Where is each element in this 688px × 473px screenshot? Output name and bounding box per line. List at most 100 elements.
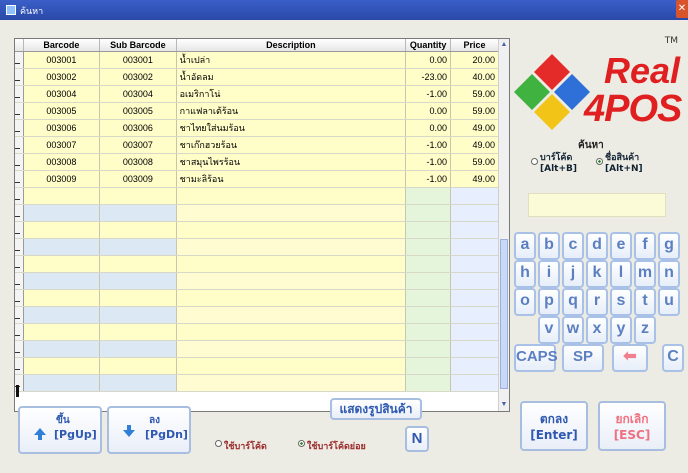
key-t[interactable]: t bbox=[634, 288, 656, 316]
key-s[interactable]: s bbox=[610, 288, 632, 316]
cell-price: 20.00 bbox=[450, 51, 499, 69]
empty-cell bbox=[450, 221, 499, 239]
product-table: Barcode Sub Barcode Description Quantity… bbox=[15, 39, 499, 392]
show-image-button[interactable]: แสดงรูปสินค้า bbox=[330, 398, 422, 420]
radio-use-sub-barcode[interactable] bbox=[298, 440, 305, 447]
column-header-barcode[interactable]: Barcode bbox=[23, 39, 101, 52]
empty-row[interactable] bbox=[15, 204, 499, 222]
key-o[interactable]: o bbox=[514, 288, 536, 316]
search-by-barcode-option[interactable]: บาร์โค้ด [Alt+B] bbox=[531, 153, 577, 175]
space-key[interactable]: SP bbox=[562, 344, 604, 372]
column-header-quantity[interactable]: Quantity bbox=[405, 39, 452, 52]
row-indicator bbox=[15, 68, 24, 86]
empty-row[interactable] bbox=[15, 340, 499, 358]
key-v[interactable]: v bbox=[538, 316, 560, 344]
key-l[interactable]: l bbox=[610, 260, 632, 288]
empty-cell bbox=[23, 340, 101, 358]
caps-key[interactable]: CAPS bbox=[514, 344, 558, 372]
empty-cell bbox=[99, 255, 177, 273]
empty-cell bbox=[405, 187, 452, 205]
table-row[interactable]: 003004 003004 อเมริกาโน่ -1.00 59.00 bbox=[15, 85, 499, 103]
table-row[interactable]: 003002 003002 น้ำอัดลม -23.00 40.00 bbox=[15, 68, 499, 86]
cell-sub-barcode: 003008 bbox=[99, 153, 177, 171]
empty-cell bbox=[99, 323, 177, 341]
page-down-button[interactable]: ลง [PgDn] bbox=[107, 406, 191, 454]
table-row[interactable]: 003005 003005 กาแฟลาเต้ร้อน 0.00 59.00 bbox=[15, 102, 499, 120]
search-input[interactable] bbox=[528, 193, 666, 217]
use-barcode-option[interactable]: ใช้บาร์โค้ด bbox=[215, 439, 267, 453]
column-header-description[interactable]: Description bbox=[176, 39, 407, 52]
scroll-up-icon[interactable]: ▲ bbox=[499, 39, 509, 51]
empty-cell bbox=[405, 238, 452, 256]
key-r[interactable]: r bbox=[586, 288, 608, 316]
key-c[interactable]: c bbox=[562, 232, 584, 260]
n-key-button[interactable]: N bbox=[405, 426, 429, 452]
key-g[interactable]: g bbox=[658, 232, 680, 260]
key-h[interactable]: h bbox=[514, 260, 536, 288]
empty-row[interactable] bbox=[15, 221, 499, 239]
table-row[interactable]: 003009 003009 ชามะลิร้อน -1.00 49.00 bbox=[15, 170, 499, 188]
empty-row[interactable] bbox=[15, 323, 499, 341]
scroll-down-icon[interactable]: ▼ bbox=[499, 399, 509, 411]
cell-description: น้ำเปล่า bbox=[176, 51, 407, 69]
row-indicator bbox=[15, 204, 24, 222]
key-i[interactable]: i bbox=[538, 260, 560, 288]
radio-name[interactable] bbox=[596, 158, 603, 165]
empty-cell bbox=[99, 289, 177, 307]
key-k[interactable]: k bbox=[586, 260, 608, 288]
key-y[interactable]: y bbox=[610, 316, 632, 344]
column-header-sub-barcode[interactable]: Sub Barcode bbox=[99, 39, 177, 52]
key-a[interactable]: a bbox=[514, 232, 536, 260]
empty-row[interactable] bbox=[15, 357, 499, 375]
key-j[interactable]: j bbox=[562, 260, 584, 288]
empty-row[interactable] bbox=[15, 238, 499, 256]
empty-cell bbox=[405, 272, 452, 290]
empty-row[interactable] bbox=[15, 306, 499, 324]
table-row[interactable]: 003007 003007 ชาเก๊กฮวยร้อน -1.00 49.00 bbox=[15, 136, 499, 154]
cell-price: 49.00 bbox=[450, 119, 499, 137]
scroll-thumb[interactable] bbox=[500, 239, 508, 389]
radio-use-barcode[interactable] bbox=[215, 440, 222, 447]
search-by-name-option[interactable]: ชื่อสินค้า [Alt+N] bbox=[596, 153, 643, 175]
empty-cell bbox=[405, 255, 452, 273]
page-up-button[interactable]: ขึ้น [PgUp] bbox=[18, 406, 102, 454]
empty-row[interactable] bbox=[15, 272, 499, 290]
clear-key[interactable]: C bbox=[662, 344, 684, 372]
key-d[interactable]: d bbox=[586, 232, 608, 260]
cell-barcode: 003005 bbox=[23, 102, 101, 120]
key-p[interactable]: p bbox=[538, 288, 560, 316]
close-button[interactable]: ✕ bbox=[676, 0, 688, 18]
empty-row[interactable] bbox=[15, 289, 499, 307]
empty-cell bbox=[99, 374, 177, 392]
page-up-label: ขึ้น bbox=[56, 415, 70, 426]
cell-quantity: 0.00 bbox=[405, 102, 452, 120]
table-row[interactable]: 003006 003006 ชาไทยใส่นมร้อน 0.00 49.00 bbox=[15, 119, 499, 137]
backspace-key[interactable]: ⬅ bbox=[612, 344, 648, 372]
ok-button[interactable]: ตกลง [Enter] bbox=[520, 401, 588, 451]
key-e[interactable]: e bbox=[610, 232, 632, 260]
key-z[interactable]: z bbox=[634, 316, 656, 344]
empty-row[interactable] bbox=[15, 255, 499, 273]
search-dialog: Barcode Sub Barcode Description Quantity… bbox=[0, 20, 688, 473]
cell-barcode: 003001 bbox=[23, 51, 101, 69]
key-b[interactable]: b bbox=[538, 232, 560, 260]
empty-cell bbox=[176, 357, 407, 375]
column-header-price[interactable]: Price bbox=[450, 39, 499, 52]
key-n[interactable]: n bbox=[658, 260, 680, 288]
use-sub-barcode-option[interactable]: ใช้บาร์โค้ดย่อย bbox=[298, 439, 366, 453]
key-m[interactable]: m bbox=[634, 260, 656, 288]
key-f[interactable]: f bbox=[634, 232, 656, 260]
barcode-option-hotkey: [Alt+B] bbox=[540, 164, 577, 174]
key-w[interactable]: w bbox=[562, 316, 584, 344]
key-x[interactable]: x bbox=[586, 316, 608, 344]
empty-row[interactable] bbox=[15, 374, 499, 392]
table-row[interactable]: 003001 003001 น้ำเปล่า 0.00 20.00 bbox=[15, 51, 499, 69]
cancel-button[interactable]: ยกเลิก [ESC] bbox=[598, 401, 666, 451]
grid-scrollbar[interactable]: ▲ ▼ bbox=[498, 39, 509, 411]
radio-barcode[interactable] bbox=[531, 158, 538, 165]
table-row[interactable]: 003008 003008 ชาสมุนไพรร้อน -1.00 59.00 bbox=[15, 153, 499, 171]
empty-row[interactable] bbox=[15, 187, 499, 205]
product-grid[interactable]: Barcode Sub Barcode Description Quantity… bbox=[14, 38, 510, 412]
key-q[interactable]: q bbox=[562, 288, 584, 316]
key-u[interactable]: u bbox=[658, 288, 680, 316]
